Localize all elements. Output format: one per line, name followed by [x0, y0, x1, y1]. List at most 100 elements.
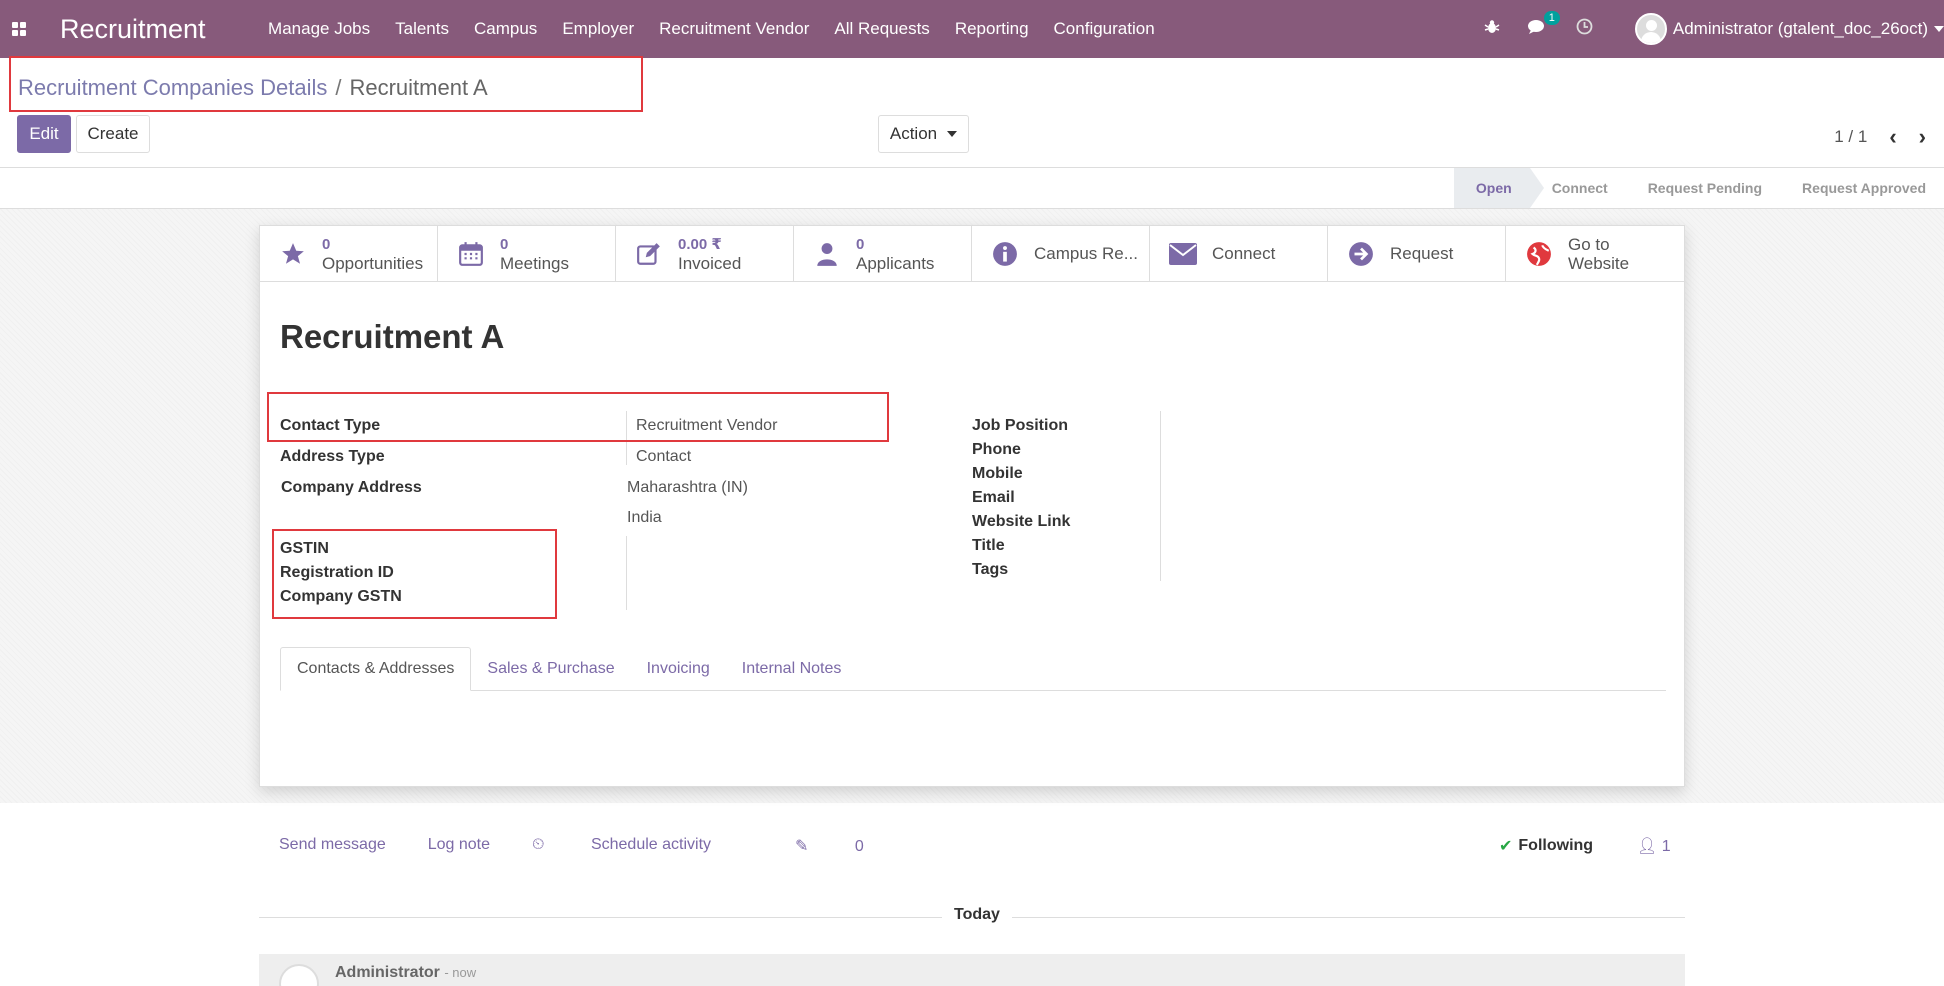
address-country-value: India	[627, 509, 662, 526]
request-label: Request	[1390, 243, 1454, 263]
user-icon	[812, 239, 842, 269]
menu-reporting[interactable]: Reporting	[942, 0, 1041, 58]
followers-count: 1	[1661, 838, 1671, 855]
chatter-message: Administrator - now	[259, 954, 1685, 986]
main-menu: Manage Jobs Talents Campus Employer Recr…	[256, 0, 1168, 58]
message-author: Administrator - now	[335, 964, 476, 982]
stage-open[interactable]: Open	[1453, 168, 1544, 208]
tab-internal-notes[interactable]: Internal Notes	[726, 647, 858, 691]
menu-manage-jobs[interactable]: Manage Jobs	[256, 0, 383, 58]
mobile-label: Mobile	[972, 465, 1023, 482]
highlight-contact-type	[267, 392, 889, 442]
applicants-count: 0	[856, 235, 865, 253]
pager: 1 / 1 ‹ ›	[1834, 124, 1926, 150]
navbar-systray: 1 Administrator (gtalent_doc_26oct)	[1470, 0, 1944, 58]
address-type-label: Address Type	[280, 448, 385, 465]
stage-request-approved-label: Request Approved	[1802, 180, 1926, 196]
pager-value[interactable]: 1 / 1	[1834, 127, 1867, 147]
company-address-label: Company Address	[281, 479, 422, 496]
tab-invoicing[interactable]: Invoicing	[631, 647, 726, 691]
apps-menu-icon[interactable]	[2, 0, 36, 58]
go-to-website-button[interactable]: Go to Website	[1506, 226, 1684, 281]
tab-sales-purchase[interactable]: Sales & Purchase	[471, 647, 630, 691]
smart-buttons: 0 Opportunities 0 Meetings 0.00 ₹ Invoiced …	[260, 226, 1684, 282]
caret-down-icon	[947, 131, 958, 137]
stage-request-approved[interactable]: Request Approved	[1780, 168, 1944, 208]
highlight-breadcrumb	[9, 56, 643, 112]
meetings-count: 0	[500, 235, 509, 253]
tab-contacts-addresses[interactable]: Contacts & Addresses	[280, 647, 472, 691]
arrow-circle-icon	[1346, 239, 1376, 269]
date-separator-label: Today	[942, 906, 1012, 924]
attachments-button[interactable]: ✎ 0	[795, 836, 906, 856]
menu-recruitment-vendor[interactable]: Recruitment Vendor	[647, 0, 822, 58]
stage-connect[interactable]: Connect	[1530, 168, 1626, 208]
pencil-square-icon	[634, 239, 664, 269]
chevron-left-icon[interactable]: ‹	[1889, 124, 1896, 150]
attachments-count: 0	[854, 838, 864, 855]
record-title: Recruitment A	[280, 318, 505, 355]
go-to-website-line2: Website	[1568, 253, 1630, 273]
star-icon	[278, 239, 308, 269]
top-navbar: Recruitment Manage Jobs Talents Campus E…	[0, 0, 1944, 58]
menu-talents[interactable]: Talents	[383, 0, 462, 58]
schedule-activity-button[interactable]: ⏲ Schedule activity	[532, 836, 753, 856]
bug-icon[interactable]	[1484, 19, 1500, 40]
meetings-label: Meetings	[500, 253, 569, 273]
app-brand[interactable]: Recruitment	[60, 14, 206, 45]
campus-requests-label: Campus Re...	[1034, 243, 1138, 263]
invoiced-button[interactable]: 0.00 ₹ Invoiced	[616, 226, 794, 281]
chevron-down-icon	[1934, 26, 1944, 32]
schedule-activity-label: Schedule activity	[590, 836, 712, 853]
edit-button[interactable]: Edit	[17, 115, 71, 153]
user-icon: 👤︎	[1637, 838, 1662, 855]
following-button[interactable]: ✔ Following	[1499, 836, 1593, 856]
connect-button[interactable]: Connect	[1150, 226, 1328, 281]
campus-requests-button[interactable]: Campus Re...	[972, 226, 1150, 281]
info-icon	[990, 239, 1020, 269]
title-label: Title	[972, 537, 1005, 554]
globe-icon	[1524, 239, 1554, 269]
menu-configuration[interactable]: Configuration	[1041, 0, 1167, 58]
stage-request-pending-label: Request Pending	[1647, 180, 1763, 196]
request-button[interactable]: Request	[1328, 226, 1506, 281]
menu-campus[interactable]: Campus	[462, 0, 550, 58]
message-author-name: Administrator	[335, 964, 440, 981]
applicants-button[interactable]: 0 Applicants	[794, 226, 972, 281]
followers-button[interactable]: 👤︎ 1	[1637, 836, 1671, 856]
user-name: Administrator (gtalent_doc_26oct)	[1672, 19, 1928, 38]
connect-label: Connect	[1212, 243, 1276, 263]
send-message-button[interactable]: Send message	[279, 836, 386, 856]
opportunities-count: 0	[322, 235, 331, 253]
avatar	[1634, 13, 1667, 45]
go-to-website-line1: Go to	[1568, 234, 1610, 254]
applicants-label: Applicants	[856, 253, 935, 273]
stage-request-pending[interactable]: Request Pending	[1626, 168, 1780, 208]
invoiced-amount: 0.00 ₹	[678, 235, 722, 253]
create-button[interactable]: Create	[76, 115, 150, 153]
chevron-right-icon[interactable]: ›	[1919, 124, 1926, 150]
clock-icon[interactable]	[1576, 18, 1593, 40]
field-divider-left-bottom	[626, 536, 627, 610]
menu-all-requests[interactable]: All Requests	[822, 0, 942, 58]
form-sheet: 0 Opportunities 0 Meetings 0.00 ₹ Invoiced …	[259, 225, 1685, 787]
action-dropdown[interactable]: Action	[878, 115, 969, 153]
messages-badge: 1	[1543, 10, 1560, 25]
calendar-icon	[456, 239, 486, 269]
user-menu[interactable]: Administrator (gtalent_doc_26oct)	[1634, 13, 1944, 45]
field-divider-right	[1160, 411, 1161, 581]
avatar	[279, 964, 319, 986]
chat-icon[interactable]: 1	[1527, 10, 1560, 40]
address-state-value: Maharashtra (IN)	[627, 479, 748, 496]
job-position-label: Job Position	[972, 417, 1068, 434]
menu-employer[interactable]: Employer	[550, 0, 647, 58]
highlight-gstin-group	[272, 529, 557, 619]
meetings-button[interactable]: 0 Meetings	[438, 226, 616, 281]
opportunities-button[interactable]: 0 Opportunities	[260, 226, 438, 281]
invoiced-label: Invoiced	[678, 253, 742, 273]
phone-label: Phone	[972, 441, 1021, 458]
notebook-tabs: Contacts & Addresses Sales & Purchase In…	[280, 647, 1666, 691]
paperclip-icon: ✎	[795, 838, 813, 855]
tags-label: Tags	[972, 561, 1009, 578]
log-note-button[interactable]: Log note	[428, 836, 490, 856]
